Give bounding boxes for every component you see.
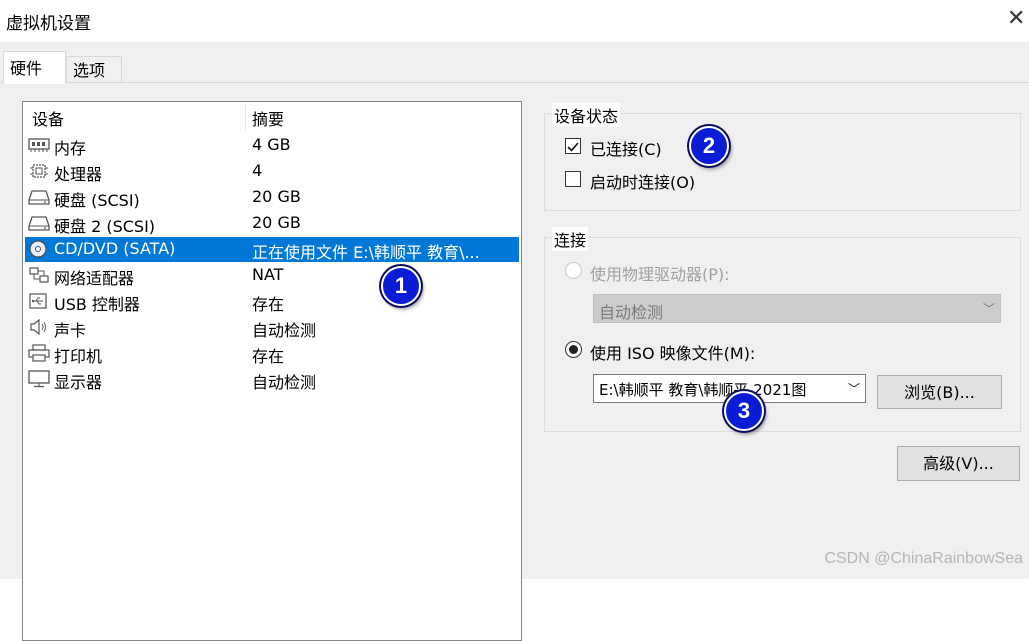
window-title: 虚拟机设置 bbox=[6, 14, 91, 34]
device-row-memory[interactable]: 内存 4 GB bbox=[25, 133, 519, 158]
device-status-title: 设备状态 bbox=[552, 103, 621, 127]
device-name: 显示器 bbox=[54, 373, 103, 392]
memory-icon bbox=[28, 138, 50, 152]
annotation-badge-1: 1 bbox=[381, 266, 421, 306]
device-summary: 存在 bbox=[252, 295, 285, 314]
column-header-device[interactable]: 设备 bbox=[32, 106, 64, 130]
device-summary: 20 GB bbox=[252, 213, 301, 232]
device-row-network-adapter[interactable]: 网络适配器 NAT bbox=[25, 263, 519, 288]
device-row-hard-disk[interactable]: 硬盘 (SCSI) 20 GB bbox=[25, 185, 519, 210]
device-list[interactable]: 设备 摘要 内存 4 GB 处理器 4 硬盘 (SCSI) 20 GB 硬盘 2… bbox=[22, 101, 522, 641]
connect-at-power-on-label[interactable]: 启动时连接(O) bbox=[590, 169, 695, 193]
chevron-down-icon[interactable]: ﹀ bbox=[848, 380, 860, 397]
column-separator[interactable] bbox=[245, 104, 246, 130]
device-summary: 自动检测 bbox=[252, 373, 317, 392]
close-icon[interactable]: ✕ bbox=[1007, 6, 1029, 32]
device-name: 网络适配器 bbox=[54, 269, 135, 288]
device-row-hard-disk-2[interactable]: 硬盘 2 (SCSI) 20 GB bbox=[25, 211, 519, 236]
device-name: 硬盘 2 (SCSI) bbox=[54, 217, 156, 236]
device-row-processor[interactable]: 处理器 4 bbox=[25, 159, 519, 184]
device-row-sound-card[interactable]: 声卡 自动检测 bbox=[25, 315, 519, 340]
checkmark-icon bbox=[567, 142, 579, 152]
printer-icon bbox=[28, 344, 50, 362]
connected-label[interactable]: 已连接(C) bbox=[590, 136, 662, 160]
tab-hardware[interactable]: 硬件 bbox=[3, 51, 66, 84]
annotation-badge-3: 3 bbox=[724, 391, 764, 431]
device-summary: 正在使用文件 E:\韩顺平 教育\... bbox=[252, 243, 480, 262]
device-row-usb[interactable]: USB 控制器 存在 bbox=[25, 289, 519, 314]
device-summary: 存在 bbox=[252, 347, 285, 366]
physical-drive-select[interactable]: 自动检测 ﹀ bbox=[593, 294, 1001, 323]
connect-at-power-on-checkbox[interactable] bbox=[565, 171, 581, 187]
device-name: 处理器 bbox=[54, 165, 103, 184]
cd-dvd-icon bbox=[29, 240, 47, 258]
device-summary: 自动检测 bbox=[252, 321, 317, 340]
connection-title: 连接 bbox=[552, 227, 589, 251]
device-row-printer[interactable]: 打印机 存在 bbox=[25, 341, 519, 366]
device-name: CD/DVD (SATA) bbox=[54, 239, 176, 258]
chevron-down-icon: ﹀ bbox=[982, 302, 995, 316]
usb-icon bbox=[29, 293, 47, 309]
physical-drive-label[interactable]: 使用物理驱动器(P): bbox=[590, 261, 730, 285]
device-name: 声卡 bbox=[54, 321, 87, 340]
device-summary: 20 GB bbox=[252, 187, 301, 206]
iso-image-path-value: E:\韩顺平 教育\韩顺平 2021图 bbox=[599, 381, 807, 399]
device-name: 打印机 bbox=[54, 347, 103, 366]
monitor-icon bbox=[28, 370, 50, 388]
hard-disk-icon bbox=[28, 190, 50, 205]
device-row-cd-dvd[interactable]: CD/DVD (SATA) 正在使用文件 E:\韩顺平 教育\... bbox=[25, 237, 519, 262]
cpu-icon bbox=[30, 164, 48, 178]
device-name: USB 控制器 bbox=[54, 295, 140, 314]
iso-image-radio[interactable] bbox=[565, 341, 582, 358]
hard-disk-icon bbox=[28, 216, 50, 231]
title-bar: 虚拟机设置 ✕ bbox=[0, 0, 1029, 42]
iso-image-label[interactable]: 使用 ISO 映像文件(M): bbox=[590, 340, 755, 364]
column-header-summary[interactable]: 摘要 bbox=[252, 106, 284, 130]
watermark: CSDN @ChinaRainbowSea bbox=[824, 550, 1023, 567]
connected-checkbox[interactable] bbox=[565, 138, 581, 154]
device-name: 硬盘 (SCSI) bbox=[54, 191, 140, 210]
device-name: 内存 bbox=[54, 139, 87, 158]
device-row-display[interactable]: 显示器 自动检测 bbox=[25, 367, 519, 392]
physical-drive-value: 自动检测 bbox=[599, 303, 664, 322]
device-summary: NAT bbox=[252, 265, 284, 284]
physical-drive-radio[interactable] bbox=[565, 262, 582, 279]
tab-divider bbox=[0, 82, 1029, 83]
device-status-group bbox=[544, 113, 1021, 211]
tab-options[interactable]: 选项 bbox=[66, 56, 122, 83]
device-summary: 4 GB bbox=[252, 135, 291, 154]
network-adapter-icon bbox=[29, 267, 49, 283]
device-summary: 4 bbox=[252, 161, 263, 180]
annotation-badge-2: 2 bbox=[689, 126, 729, 166]
advanced-button[interactable]: 高级(V)... bbox=[897, 446, 1020, 481]
browse-button[interactable]: 浏览(B)... bbox=[877, 375, 1002, 409]
speaker-icon bbox=[30, 318, 46, 336]
tab-strip: 硬件 选项 bbox=[0, 42, 1029, 84]
